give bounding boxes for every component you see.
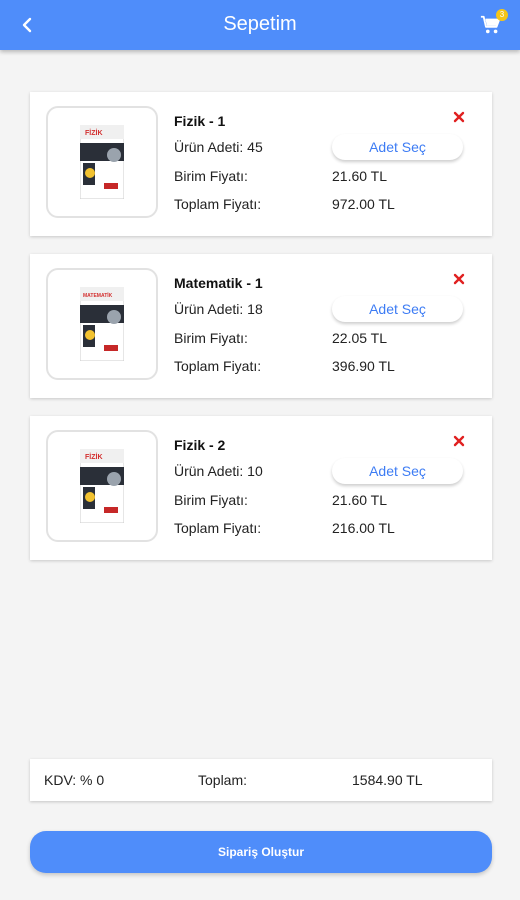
product-image: FİZİK bbox=[46, 106, 158, 218]
cart-item-card: FİZİK Fizik - 2 Ürün Adeti: 10 Adet Seç … bbox=[30, 416, 492, 560]
order-summary-bar: KDV: % 0 Toplam: 1584.90 TL bbox=[30, 759, 492, 801]
quantity-text: Ürün Adeti: 18 bbox=[174, 301, 263, 317]
create-order-button[interactable]: Sipariş Oluştur bbox=[30, 831, 492, 873]
unit-price-value: 22.05 TL bbox=[332, 330, 388, 346]
quantity-text: Ürün Adeti: 45 bbox=[174, 139, 263, 155]
remove-item-button[interactable] bbox=[452, 110, 466, 124]
select-quantity-button[interactable]: Adet Seç bbox=[332, 134, 463, 160]
total-price-value: 396.90 TL bbox=[332, 358, 395, 374]
product-name: Fizik - 1 bbox=[174, 113, 226, 129]
product-name: Matematik - 1 bbox=[174, 275, 263, 291]
unit-price-value: 21.60 TL bbox=[332, 492, 388, 508]
total-price-label: Toplam Fiyatı: bbox=[174, 196, 262, 212]
select-quantity-button[interactable]: Adet Seç bbox=[332, 458, 463, 484]
grand-total-value: 1584.90 TL bbox=[352, 772, 423, 788]
quantity-text: Ürün Adeti: 10 bbox=[174, 463, 263, 479]
remove-item-button[interactable] bbox=[452, 434, 466, 448]
unit-price-value: 21.60 TL bbox=[332, 168, 388, 184]
unit-price-label: Birim Fiyatı: bbox=[174, 168, 248, 184]
total-price-value: 972.00 TL bbox=[332, 196, 395, 212]
total-price-label: Toplam Fiyatı: bbox=[174, 520, 262, 536]
app-header: Sepetim 3 bbox=[0, 0, 520, 50]
svg-text:FİZİK: FİZİK bbox=[85, 453, 103, 461]
close-icon bbox=[453, 435, 465, 447]
unit-price-label: Birim Fiyatı: bbox=[174, 492, 248, 508]
product-name: Fizik - 2 bbox=[174, 437, 226, 453]
cart-button[interactable]: 3 bbox=[478, 9, 508, 38]
cart-count-badge: 3 bbox=[496, 9, 508, 21]
close-icon bbox=[453, 273, 465, 285]
book-cover-image: FİZİK bbox=[80, 449, 124, 523]
unit-price-label: Birim Fiyatı: bbox=[174, 330, 248, 346]
svg-text:MATEMATİK: MATEMATİK bbox=[83, 292, 113, 299]
remove-item-button[interactable] bbox=[452, 272, 466, 286]
total-price-label: Toplam Fiyatı: bbox=[174, 358, 262, 374]
svg-text:FİZİK: FİZİK bbox=[85, 129, 103, 137]
total-price-value: 216.00 TL bbox=[332, 520, 395, 536]
kdv-text: KDV: % 0 bbox=[44, 772, 105, 788]
product-image: MATEMATİK bbox=[46, 268, 158, 380]
book-cover-image: MATEMATİK bbox=[80, 287, 124, 361]
grand-total-label: Toplam: bbox=[198, 772, 248, 788]
book-cover-image: FİZİK bbox=[80, 125, 124, 199]
cart-item-card: FİZİK Fizik - 1 Ürün Adeti: 45 Adet Seç … bbox=[30, 92, 492, 236]
product-image: FİZİK bbox=[46, 430, 158, 542]
page-title: Sepetim bbox=[223, 13, 297, 35]
close-icon bbox=[453, 111, 465, 123]
select-quantity-button[interactable]: Adet Seç bbox=[332, 296, 463, 322]
cart-item-card: MATEMATİK Matematik - 1 Ürün Adeti: 18 A… bbox=[30, 254, 492, 398]
